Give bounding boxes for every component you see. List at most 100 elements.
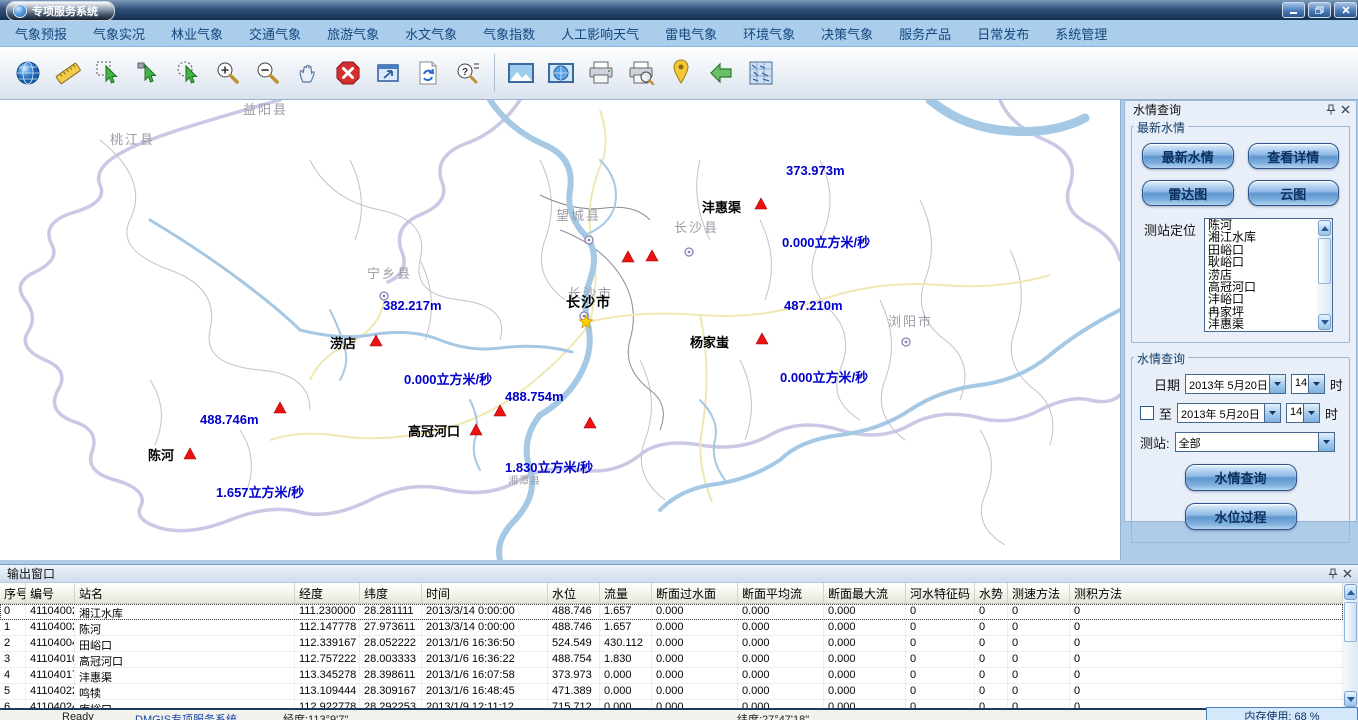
menu-item[interactable]: 林业气象: [158, 24, 236, 43]
menu-item[interactable]: 气象指数: [470, 24, 548, 43]
minimize-button[interactable]: [1282, 2, 1305, 18]
view-detail-button[interactable]: 查看详情: [1248, 143, 1340, 169]
column-header[interactable]: 水势: [975, 583, 1008, 603]
date-to-combo[interactable]: 2013年 5月20日: [1177, 403, 1281, 423]
panel-close-icon[interactable]: [1340, 567, 1354, 581]
print-icon[interactable]: [581, 52, 621, 94]
identify-icon[interactable]: ?: [448, 52, 488, 94]
table-row[interactable]: 241104004田峪口112.33916728.0522222013/1/6 …: [0, 636, 1343, 652]
column-header[interactable]: 编号: [26, 583, 75, 603]
pin-icon[interactable]: [1326, 567, 1340, 581]
hour-from-combo[interactable]: 14: [1291, 374, 1325, 394]
radar-chart-button[interactable]: 雷达图: [1142, 180, 1234, 206]
scrollbar-thumb[interactable]: [1344, 602, 1357, 642]
refresh-icon[interactable]: [408, 52, 448, 94]
scroll-down-icon[interactable]: [1318, 314, 1331, 330]
column-header[interactable]: 河水特征码: [906, 583, 975, 603]
table-row[interactable]: 041104002湘江水库111.23000028.2811112013/3/1…: [0, 604, 1343, 620]
table-row[interactable]: 541104022鸣犊113.10944428.3091672013/1/6 1…: [0, 684, 1343, 700]
chevron-down-icon[interactable]: [1308, 375, 1324, 393]
image-view-icon[interactable]: [501, 52, 541, 94]
menu-item[interactable]: 水文气象: [392, 24, 470, 43]
scroll-up-icon[interactable]: [1318, 220, 1331, 236]
chevron-down-icon[interactable]: [1264, 404, 1280, 422]
station-list-item[interactable]: 耿峪口: [1206, 256, 1316, 268]
globe-icon[interactable]: [8, 52, 48, 94]
menu-item[interactable]: 决策气象: [808, 24, 886, 43]
water-query-button[interactable]: 水情查询: [1185, 464, 1297, 491]
station-list-item[interactable]: 沣惠渠: [1206, 318, 1316, 330]
station-triangle-icon[interactable]: [755, 198, 767, 209]
menu-item[interactable]: 服务产品: [886, 24, 964, 43]
station-triangle-icon[interactable]: [274, 402, 286, 413]
station-list-item[interactable]: 湘江水库: [1206, 231, 1316, 243]
stop-icon[interactable]: [328, 52, 368, 94]
column-header[interactable]: 断面平均流: [738, 583, 824, 603]
panel-close-icon[interactable]: [1338, 103, 1352, 117]
zoom-in-icon[interactable]: [208, 52, 248, 94]
column-header[interactable]: 站名: [75, 583, 295, 603]
station-triangle-icon[interactable]: [756, 333, 768, 344]
scroll-down-icon[interactable]: [1344, 691, 1357, 707]
location-pin-icon[interactable]: [661, 52, 701, 94]
menu-item[interactable]: 交通气象: [236, 24, 314, 43]
scrollbar-thumb[interactable]: [1318, 238, 1331, 284]
measure-ruler-icon[interactable]: [48, 52, 88, 94]
cloud-image-button[interactable]: 云图: [1248, 180, 1340, 206]
column-header[interactable]: 经度: [295, 583, 360, 603]
station-list-item[interactable]: 沣峪口: [1206, 293, 1316, 305]
station-triangle-icon[interactable]: [370, 335, 382, 346]
menu-item[interactable]: 雷电气象: [652, 24, 730, 43]
column-header[interactable]: 断面过水面: [652, 583, 738, 603]
chevron-down-icon[interactable]: [1269, 375, 1285, 393]
column-header[interactable]: 时间: [422, 583, 548, 603]
menu-item[interactable]: 系统管理: [1042, 24, 1120, 43]
select-polygon-icon[interactable]: [88, 52, 128, 94]
hour-to-combo[interactable]: 14: [1286, 403, 1320, 423]
back-icon[interactable]: [701, 52, 741, 94]
table-row[interactable]: 641104024库峪口112.92277828.2922532013/1/9 …: [0, 700, 1343, 708]
station-combo[interactable]: 全部: [1175, 432, 1335, 452]
menu-item[interactable]: 气象预报: [2, 24, 80, 43]
column-header[interactable]: 流量: [600, 583, 652, 603]
date-from-combo[interactable]: 2013年 5月20日: [1185, 374, 1286, 394]
print-preview-icon[interactable]: [621, 52, 661, 94]
station-triangle-icon[interactable]: [184, 448, 196, 459]
table-row[interactable]: 441104017沣惠渠113.34527828.3986112013/1/6 …: [0, 668, 1343, 684]
station-triangle-icon[interactable]: [584, 417, 596, 428]
output-scrollbar[interactable]: [1343, 583, 1358, 708]
menu-item[interactable]: 环境气象: [730, 24, 808, 43]
zoom-out-icon[interactable]: [248, 52, 288, 94]
column-header[interactable]: 序号: [0, 583, 26, 603]
pin-icon[interactable]: [1324, 103, 1338, 117]
grid-map-icon[interactable]: [741, 52, 781, 94]
water-level-process-button[interactable]: 水位过程: [1185, 503, 1297, 530]
pan-hand-icon[interactable]: [288, 52, 328, 94]
menu-item[interactable]: 气象实况: [80, 24, 158, 43]
table-row[interactable]: 341104010高冠河口112.75722228.0033332013/1/6…: [0, 652, 1343, 668]
menu-item[interactable]: 日常发布: [964, 24, 1042, 43]
station-triangle-icon[interactable]: [622, 251, 634, 262]
world-view-icon[interactable]: [541, 52, 581, 94]
menu-item[interactable]: 旅游气象: [314, 24, 392, 43]
station-triangle-icon[interactable]: [494, 405, 506, 416]
column-header[interactable]: 测速方法: [1008, 583, 1070, 603]
restore-button[interactable]: [1308, 2, 1331, 18]
table-header[interactable]: 序号编号站名经度纬度时间水位流量断面过水面断面平均流断面最大流河水特征码水势测速…: [0, 583, 1343, 604]
menu-item[interactable]: 人工影响天气: [548, 24, 652, 43]
chevron-down-icon[interactable]: [1303, 404, 1319, 422]
close-button[interactable]: [1334, 2, 1357, 18]
select-arrow-icon[interactable]: [128, 52, 168, 94]
date-to-checkbox[interactable]: [1140, 406, 1154, 420]
scroll-up-icon[interactable]: [1344, 584, 1357, 600]
listbox-scrollbar[interactable]: [1317, 219, 1332, 331]
column-header[interactable]: 水位: [548, 583, 600, 603]
select-circle-icon[interactable]: [168, 52, 208, 94]
full-extent-icon[interactable]: [368, 52, 408, 94]
map-canvas[interactable]: 益阳县桃江县宁乡县望城县长沙县长沙市浏阳市湘潭县长沙市涝店陈河高冠河口沣惠渠杨家…: [0, 100, 1120, 560]
column-header[interactable]: 测积方法: [1070, 583, 1343, 603]
column-header[interactable]: 断面最大流: [824, 583, 906, 603]
map-area[interactable]: 益阳县桃江县宁乡县望城县长沙县长沙市浏阳市湘潭县长沙市涝店陈河高冠河口沣惠渠杨家…: [0, 100, 1121, 560]
station-triangle-icon[interactable]: [646, 250, 658, 261]
column-header[interactable]: 纬度: [360, 583, 422, 603]
